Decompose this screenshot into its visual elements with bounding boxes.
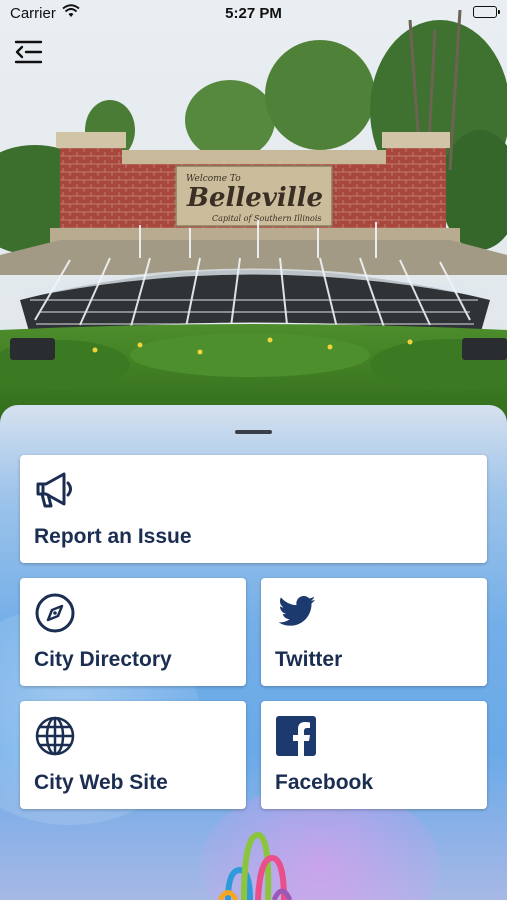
- report-issue-label: Report an Issue: [34, 525, 192, 548]
- facebook-tile[interactable]: Facebook: [261, 701, 487, 809]
- status-bar: Carrier 5:27 PM: [0, 0, 507, 28]
- city-website-label: City Web Site: [34, 771, 168, 794]
- status-time: 5:27 PM: [225, 5, 282, 22]
- sign-city-text: Belleville: [186, 183, 323, 213]
- sign-tagline-text: Capital of Southern Illinois: [212, 214, 322, 223]
- battery-icon: [473, 6, 500, 18]
- city-directory-tile[interactable]: City Directory: [20, 578, 246, 686]
- compass-icon: [34, 592, 76, 639]
- city-website-tile[interactable]: City Web Site: [20, 701, 246, 809]
- globe-icon: [34, 715, 76, 762]
- actions-panel: Report an Issue City Directory Twitter C…: [0, 405, 507, 900]
- facebook-label: Facebook: [275, 771, 374, 794]
- twitter-icon: [275, 592, 319, 637]
- facebook-icon: [275, 715, 317, 762]
- city-directory-label: City Directory: [34, 648, 172, 671]
- report-issue-tile[interactable]: Report an Issue: [20, 455, 487, 563]
- twitter-tile[interactable]: Twitter: [261, 578, 487, 686]
- city-logo: [217, 830, 293, 900]
- menu-back-icon: [14, 40, 43, 64]
- twitter-label: Twitter: [275, 648, 343, 671]
- megaphone-icon: [34, 469, 76, 516]
- menu-button[interactable]: [14, 38, 44, 66]
- drag-handle[interactable]: [235, 430, 272, 434]
- belleville-sign-photo: Welcome To Belleville Capital of Souther…: [0, 0, 507, 430]
- hero-image: Welcome To Belleville Capital of Souther…: [0, 0, 507, 430]
